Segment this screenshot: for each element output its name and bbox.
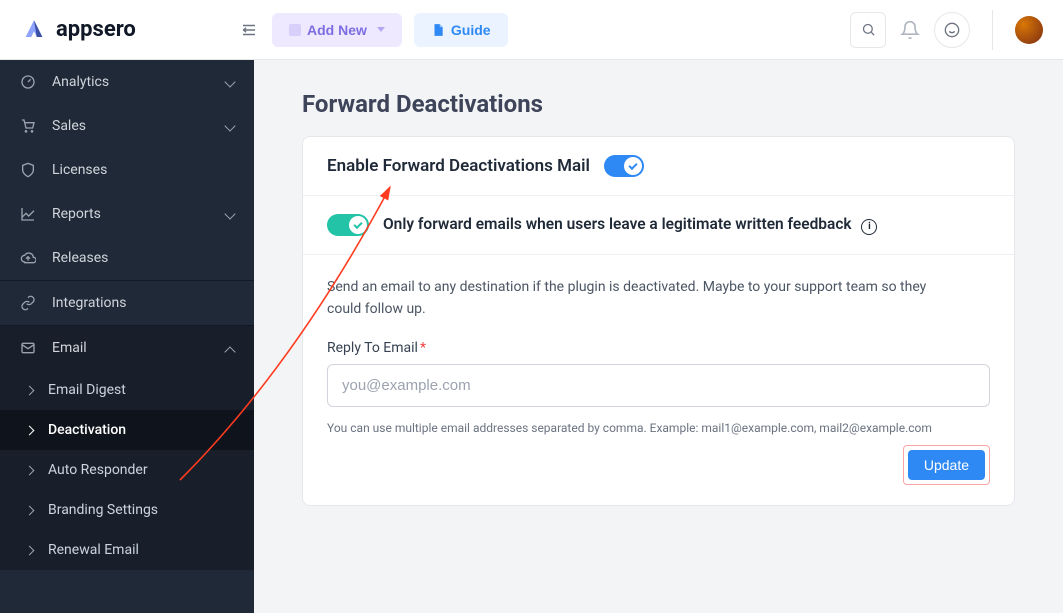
sidebar-sub-label: Deactivation [48,422,126,438]
sidebar-item-label: Reports [52,206,101,222]
sidebar-sub-label: Branding Settings [48,502,158,518]
cart-icon [20,118,40,134]
description-text: Send an email to any destination if the … [327,277,927,320]
sidebar-item-label: Licenses [52,162,107,178]
add-new-icon [289,24,301,36]
logo-mark-icon [20,16,48,44]
divider [992,10,993,50]
sidebar-item-reports[interactable]: Reports [0,192,254,236]
settings-card: Enable Forward Deactivations Mail Only f… [302,136,1015,506]
update-label: Update [924,457,969,473]
sidebar-sub-email-digest[interactable]: Email Digest [0,370,254,410]
main-content: Forward Deactivations Enable Forward Dea… [254,60,1063,613]
sidebar-collapse-icon[interactable] [240,21,258,39]
gauge-icon [20,74,40,90]
only-forward-label: Only forward emails when users leave a l… [383,215,990,235]
add-new-button[interactable]: Add New [272,13,402,47]
sidebar-item-label: Email [52,340,87,356]
link-icon [20,295,40,311]
sidebar-sub-renewal[interactable]: Renewal Email [0,530,254,570]
sidebar-item-analytics[interactable]: Analytics [0,60,254,104]
app-logo[interactable]: appsero [20,16,240,44]
reply-to-hint: You can use multiple email addresses sep… [327,421,990,435]
sidebar-item-label: Sales [52,118,86,134]
reply-to-label-text: Reply To Email [327,340,418,356]
required-marker: * [420,340,426,356]
file-icon [431,23,445,37]
only-forward-toggle[interactable] [327,214,369,236]
enable-forward-toggle[interactable] [604,155,644,177]
sidebar: Analytics Sales Licenses Reports Release… [0,60,254,613]
guide-button[interactable]: Guide [414,13,508,47]
sidebar-sub-branding[interactable]: Branding Settings [0,490,254,530]
sidebar-sub-autoresponder[interactable]: Auto Responder [0,450,254,490]
info-icon[interactable]: i [861,219,877,235]
enable-forward-label: Enable Forward Deactivations Mail [327,156,590,176]
sidebar-item-label: Integrations [52,295,126,311]
logo-text: appsero [56,17,136,42]
chart-icon [20,206,40,222]
smile-icon [944,22,960,38]
sidebar-item-label: Releases [52,250,108,266]
sidebar-sub-deactivation[interactable]: Deactivation [0,410,254,450]
sidebar-item-email[interactable]: Email [0,326,254,370]
update-highlight: Update [903,445,990,485]
sidebar-sub-label: Email Digest [48,382,126,398]
notifications-button[interactable] [900,20,920,40]
page-title: Forward Deactivations [302,90,1015,118]
update-button[interactable]: Update [908,450,985,480]
mail-icon [20,340,40,356]
chevron-down-icon [377,27,385,32]
sidebar-sub-label: Auto Responder [48,462,148,478]
only-forward-text: Only forward emails when users leave a l… [383,215,852,233]
sidebar-item-integrations[interactable]: Integrations [0,281,254,325]
add-new-label: Add New [307,22,367,38]
bell-icon [900,20,920,40]
reply-to-email-input[interactable] [327,364,990,407]
reply-to-label: Reply To Email* [327,340,990,356]
cloud-upload-icon [20,250,40,266]
search-button[interactable] [850,12,886,48]
help-button[interactable] [934,12,970,48]
sidebar-item-label: Analytics [52,74,109,90]
sidebar-item-sales[interactable]: Sales [0,104,254,148]
sidebar-item-releases[interactable]: Releases [0,236,254,280]
guide-label: Guide [451,22,491,38]
user-avatar[interactable] [1015,16,1043,44]
search-icon [861,22,876,37]
shield-icon [20,162,40,178]
sidebar-item-licenses[interactable]: Licenses [0,148,254,192]
sidebar-sub-label: Renewal Email [48,542,139,558]
